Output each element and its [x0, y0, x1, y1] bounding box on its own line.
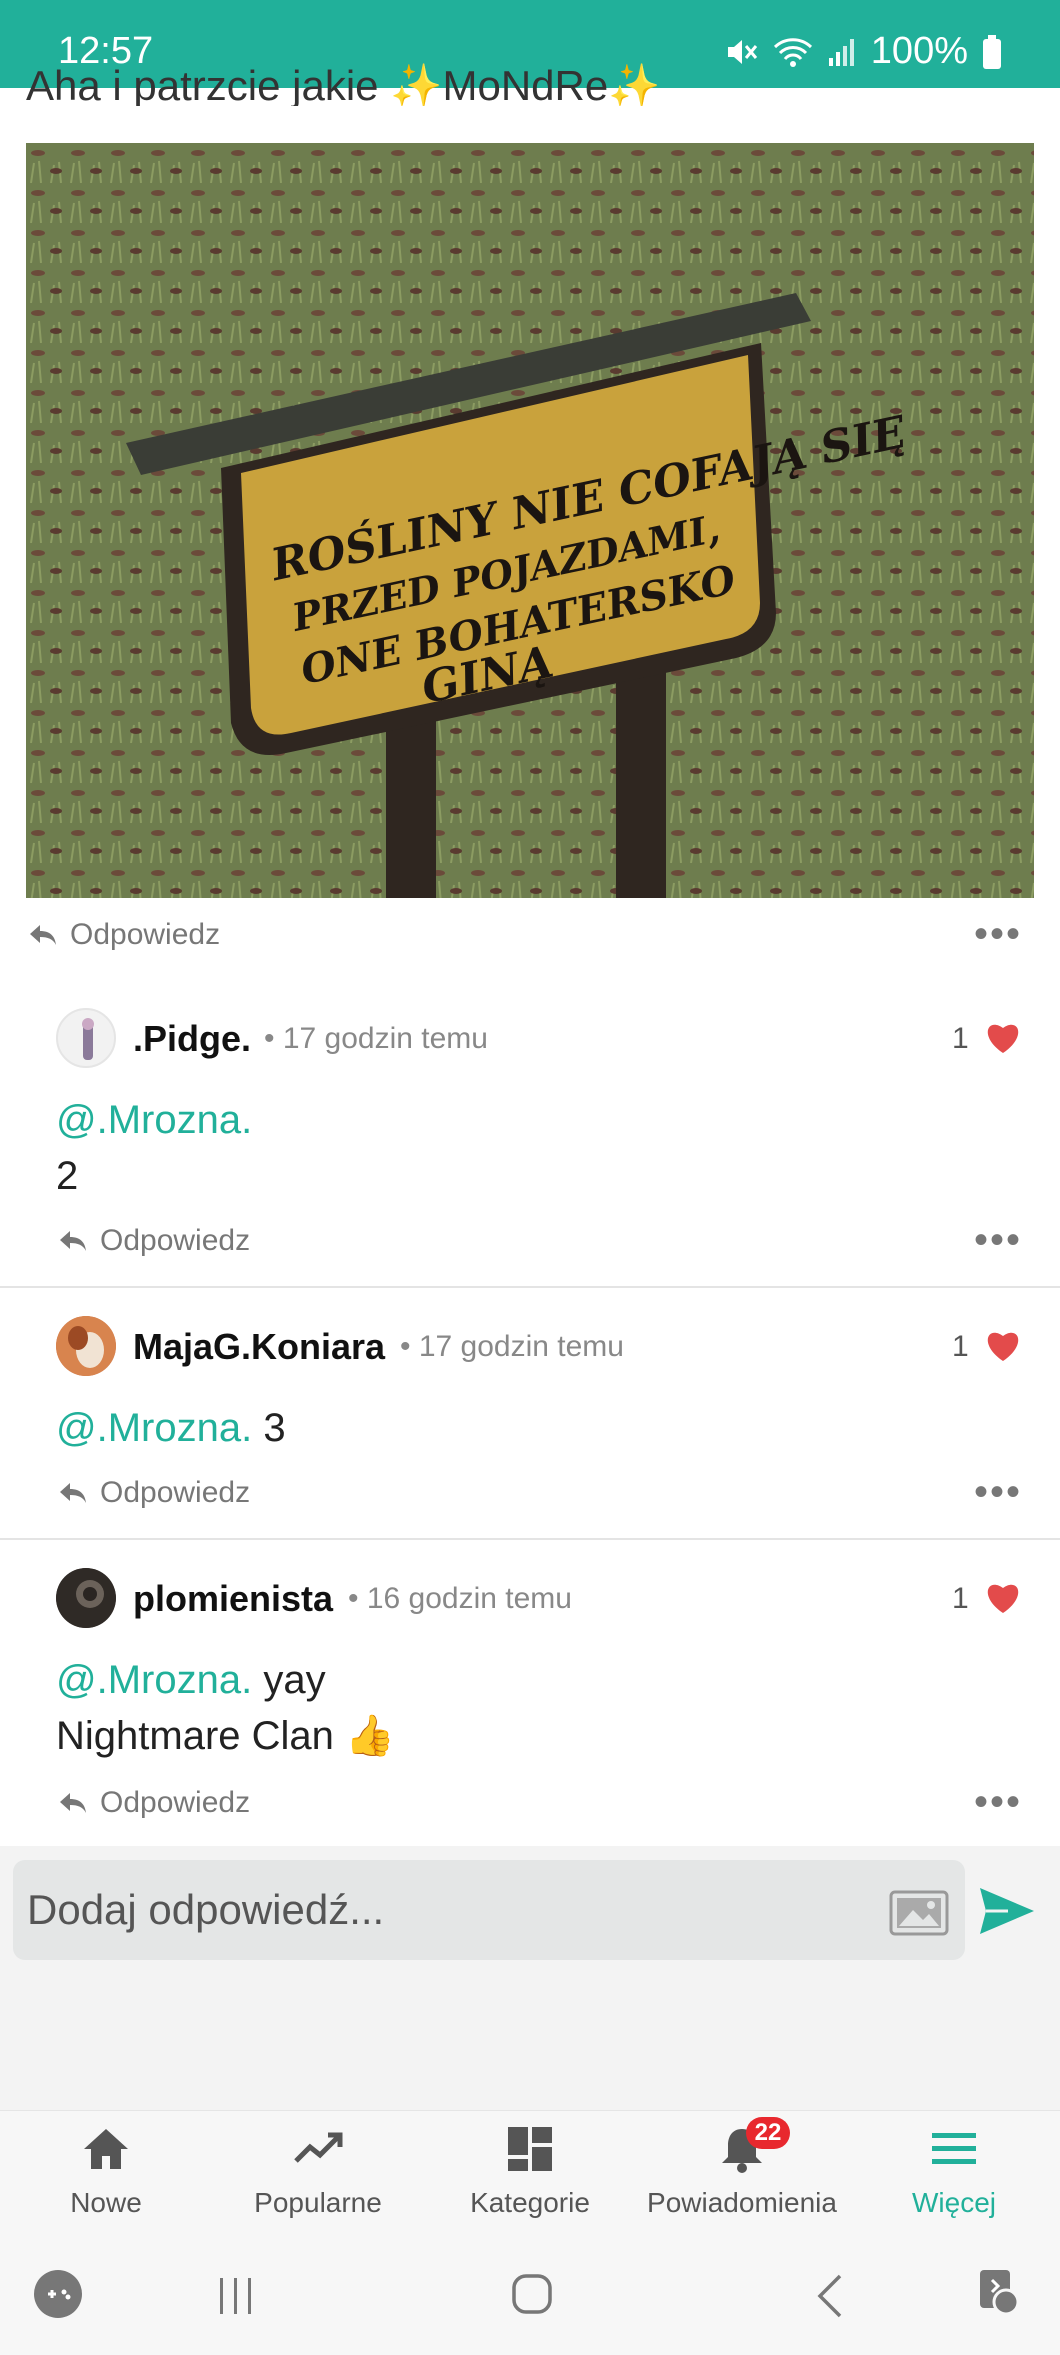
system-nav-bar [0, 2230, 1060, 2355]
reply-label: Odpowiedz [70, 918, 221, 951]
comment-username[interactable]: plomienista [133, 1578, 333, 1620]
nav-item-kategorie[interactable]: Kategorie [424, 2111, 636, 2231]
comment-reply-button[interactable]: Odpowiedz [58, 1786, 250, 1820]
comment-extra-line: Nightmare Clan 👍 [56, 1714, 395, 1758]
back-icon[interactable] [812, 2272, 848, 2320]
reply-icon [60, 1793, 86, 1813]
post-image[interactable]: ROŚLINY NIE COFAJĄ SIĘ PRZED POJAZDAMI, … [26, 143, 1034, 898]
nav-item-powiadomienia[interactable]: 22 Powiadomienia [636, 2111, 848, 2231]
signal-icon [828, 38, 854, 66]
divider [0, 1538, 1060, 1540]
heart-icon[interactable] [984, 1580, 1022, 1614]
reply-label: Odpowiedz [100, 1224, 251, 1257]
trending-icon [294, 2132, 343, 2163]
reply-icon [60, 1231, 86, 1251]
reply-icon [60, 1483, 86, 1503]
comment-body: @.Mrozna. 2 [56, 1092, 252, 1204]
image-icon[interactable] [889, 1890, 949, 1936]
home-button-icon[interactable] [510, 2272, 554, 2316]
comment-extra-line: 2 [56, 1154, 79, 1198]
comment-username[interactable]: MajaG.Koniara [133, 1326, 385, 1368]
comment-username[interactable]: .Pidge. [133, 1018, 251, 1060]
mention-link[interactable]: @.Mrozna. [56, 1098, 252, 1142]
reply-input[interactable]: Dodaj odpowiedź... [13, 1860, 965, 1960]
like-count: 1 [952, 1330, 969, 1363]
heart-icon[interactable] [984, 1328, 1022, 1362]
avatar[interactable] [56, 1316, 116, 1376]
comment-time: • 17 godzin temu [400, 1330, 624, 1363]
comment-body: @.Mrozna. yay Nightmare Clan 👍 [56, 1658, 395, 1758]
accessibility-icon[interactable] [976, 2266, 1026, 2318]
comment-time: • 17 godzin temu [264, 1022, 488, 1055]
reply-placeholder: Dodaj odpowiedź... [27, 1886, 385, 1933]
nav-label: Nowe [70, 2187, 142, 2218]
reply-bar: Dodaj odpowiedź... [0, 1846, 1060, 1976]
bottom-nav: Nowe Popularne Kategorie 22 Powiadomieni… [0, 2110, 1060, 2230]
notification-badge: 22 [746, 2117, 790, 2149]
comment-more-button[interactable]: ••• [974, 1782, 1022, 1822]
wifi-icon [773, 37, 812, 67]
like-count: 1 [952, 1582, 969, 1615]
empty-area [0, 1976, 1060, 2110]
battery-icon [983, 34, 1001, 69]
avatar[interactable] [56, 1008, 116, 1068]
battery-percent: 100% [870, 30, 968, 72]
mention-link[interactable]: @.Mrozna. [56, 1658, 252, 1702]
home-icon [84, 2129, 128, 2169]
send-icon[interactable] [978, 1886, 1036, 1936]
heart-icon[interactable] [984, 1020, 1022, 1054]
comment-time: • 16 godzin temu [348, 1582, 572, 1615]
menu-icon [932, 2133, 976, 2164]
nav-item-popularne[interactable]: Popularne [212, 2111, 424, 2231]
game-launcher-icon[interactable] [32, 2268, 84, 2320]
divider [0, 1286, 1060, 1288]
comment-body: @.Mrozna. 3 [56, 1406, 286, 1450]
comment-reply-button[interactable]: Odpowiedz [58, 1224, 250, 1258]
reply-label: Odpowiedz [100, 1476, 251, 1509]
post-title: Aha i patrzcie jakie ✨MoNdRe✨ [26, 62, 661, 106]
nav-label: Powiadomienia [647, 2187, 837, 2218]
avatar[interactable] [56, 1568, 116, 1628]
nav-label: Więcej [911, 2187, 996, 2218]
comment-more-button[interactable]: ••• [974, 1472, 1022, 1512]
nav-label: Kategorie [470, 2187, 590, 2218]
like-count: 1 [952, 1022, 969, 1055]
reply-label: Odpowiedz [100, 1786, 251, 1819]
comment-more-button[interactable]: ••• [974, 1220, 1022, 1260]
status-icons: 100% [725, 30, 1002, 73]
sign-photo: ROŚLINY NIE COFAJĄ SIĘ PRZED POJAZDAMI, … [26, 143, 1034, 898]
nav-label: Popularne [254, 2187, 382, 2218]
reply-icon [30, 925, 56, 945]
comment-reply-button[interactable]: Odpowiedz [58, 1476, 250, 1510]
post-reply-button[interactable]: Odpowiedz [28, 918, 220, 952]
recent-apps-icon[interactable] [214, 2274, 258, 2318]
nav-item-nowe[interactable]: Nowe [0, 2111, 212, 2231]
nav-item-wiecej[interactable]: Więcej [848, 2111, 1060, 2231]
post-more-button[interactable]: ••• [974, 914, 1022, 954]
grid-icon [508, 2127, 552, 2171]
mute-icon [727, 39, 757, 64]
mention-link[interactable]: @.Mrozna. [56, 1406, 252, 1450]
